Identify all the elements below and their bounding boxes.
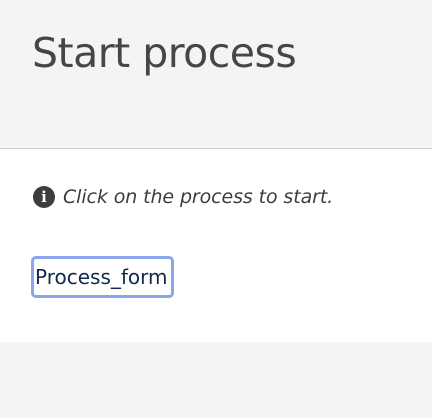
page-title: Start process — [32, 29, 297, 77]
process-link-process-form[interactable]: Process_form — [31, 256, 174, 298]
process-panel — [0, 148, 432, 343]
info-circle-icon: i — [33, 186, 55, 208]
info-text: Click on the process to start. — [63, 186, 334, 208]
page-header: Start process — [0, 0, 432, 148]
info-message: i Click on the process to start. — [33, 184, 333, 210]
page-footer-area — [0, 342, 432, 418]
